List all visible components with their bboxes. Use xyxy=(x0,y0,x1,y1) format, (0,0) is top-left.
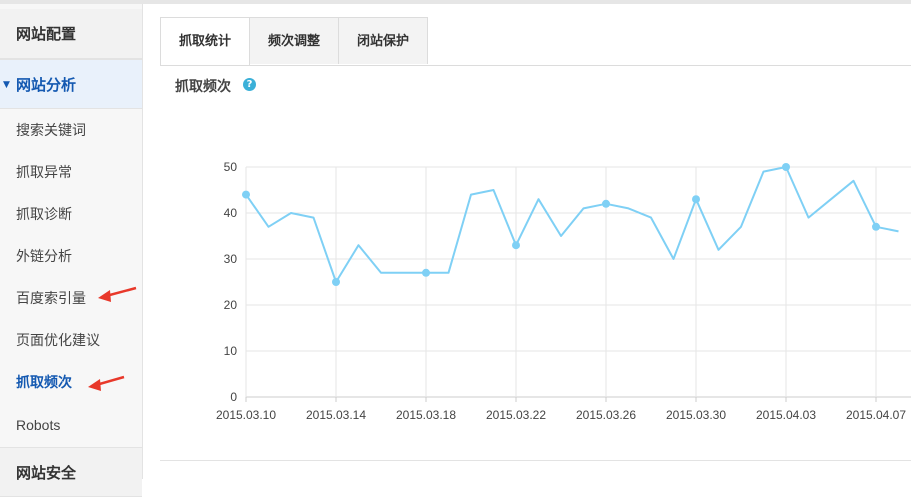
tab-bar: 抓取统计 频次调整 闭站保护 xyxy=(160,17,911,66)
tab-crawl-stats[interactable]: 抓取统计 xyxy=(160,17,250,65)
sidebar: 网站配置 ▼ 网站分析 搜索关键词 抓取异常 抓取诊断 外链分析 百度索引量 页… xyxy=(0,4,143,497)
divider xyxy=(160,460,911,461)
sidebar-item-search-keywords[interactable]: 搜索关键词 xyxy=(16,121,86,141)
section-title: 抓取频次 xyxy=(175,79,231,95)
x-tick-label: 2015.03.14 xyxy=(306,408,366,422)
data-point xyxy=(782,163,790,171)
data-point xyxy=(602,199,610,208)
data-point xyxy=(242,190,250,199)
sidebar-item-crawl-errors[interactable]: 抓取异常 xyxy=(16,163,72,183)
data-point xyxy=(332,278,340,286)
sidebar-item-robots[interactable]: Robots xyxy=(16,415,60,435)
data-point xyxy=(512,241,520,250)
x-tick-label: 2015.04.03 xyxy=(756,408,816,422)
tab-site-close-protection[interactable]: 闭站保护 xyxy=(338,17,428,64)
sidebar-section-label: 网站配置 xyxy=(16,25,77,43)
x-tick-label: 2015.03.10 xyxy=(216,408,276,422)
x-tick-label: 2015.04.07 xyxy=(846,408,906,422)
data-point xyxy=(872,222,880,231)
y-tick-label: 10 xyxy=(224,344,238,358)
tab-frequency-adjust[interactable]: 频次调整 xyxy=(249,17,339,64)
sidebar-section-site-security[interactable]: 网站安全 xyxy=(0,447,142,497)
data-point xyxy=(422,268,430,277)
y-tick-label: 50 xyxy=(224,160,238,174)
red-arrow-icon xyxy=(88,375,125,391)
y-tick-label: 20 xyxy=(224,298,238,312)
sidebar-item-baidu-index[interactable]: 百度索引量 xyxy=(16,289,86,309)
x-tick-label: 2015.03.30 xyxy=(666,408,726,422)
x-tick-label: 2015.03.26 xyxy=(576,408,636,422)
help-icon[interactable]: ? xyxy=(243,78,256,91)
sidebar-section-site-analysis[interactable]: ▼ 网站分析 xyxy=(0,59,142,109)
sidebar-item-external-links[interactable]: 外链分析 xyxy=(16,247,72,267)
y-tick-label: 0 xyxy=(230,390,237,404)
y-tick-label: 40 xyxy=(224,206,238,220)
sidebar-item-crawl-frequency[interactable]: 抓取频次 xyxy=(16,373,72,393)
x-tick-label: 2015.03.22 xyxy=(486,408,546,422)
data-point xyxy=(692,195,700,204)
line-chart: 50 40 30 20 10 0 2015.03.10 2015.03.14 2015.03.1… xyxy=(216,160,911,422)
crawl-frequency-chart: 50 40 30 20 10 0 2015.03.10 2015.03.14 2015.03.1… xyxy=(200,150,911,430)
sidebar-item-crawl-diagnosis[interactable]: 抓取诊断 xyxy=(16,205,72,225)
x-tick-label: 2015.03.18 xyxy=(396,408,456,422)
red-arrow-icon xyxy=(98,286,137,302)
sidebar-section-site-config[interactable]: 网站配置 xyxy=(0,9,142,59)
y-tick-label: 30 xyxy=(224,252,238,266)
sidebar-item-page-optimization[interactable]: 页面优化建议 xyxy=(16,331,100,351)
caret-down-icon: ▼ xyxy=(3,80,10,90)
series-line xyxy=(245,166,899,283)
sidebar-section-label: 网站分析 xyxy=(16,76,77,94)
sidebar-section-label: 网站安全 xyxy=(16,464,77,482)
